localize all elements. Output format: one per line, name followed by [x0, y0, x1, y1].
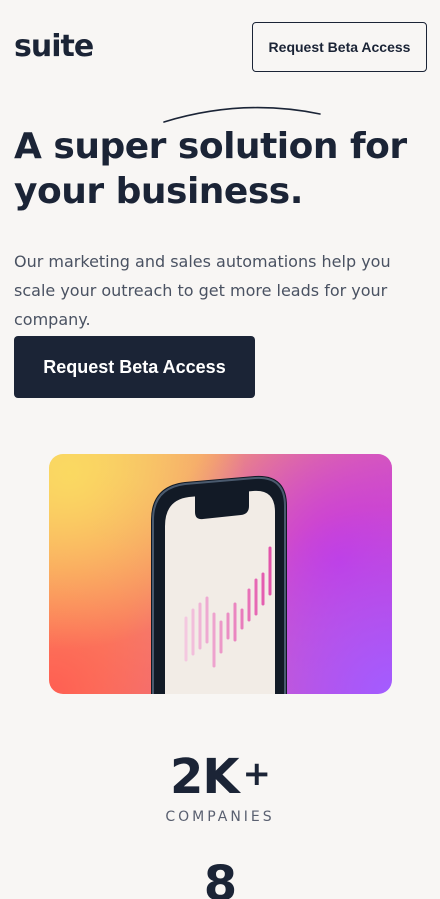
hero-subtext: Our marketing and sales automations help…	[14, 252, 391, 329]
stat-companies-suffix: +	[242, 754, 271, 794]
request-beta-access-button[interactable]: Request Beta Access	[14, 336, 255, 398]
smartphone-chart-icon	[151, 475, 287, 694]
stat-second-value: 8	[0, 856, 440, 899]
headline-underline-swoosh-icon	[163, 106, 321, 123]
hero-headline: A super solution for your business.	[14, 124, 434, 214]
stat-second-number: 8	[203, 856, 237, 899]
headline-bold-1: super solution	[53, 126, 338, 167]
stat-companies-label: COMPANIES	[165, 809, 275, 825]
stat-companies-value: 2K +	[0, 746, 440, 805]
hero-image	[49, 454, 392, 694]
request-beta-access-header-button[interactable]: Request Beta Access	[252, 22, 427, 72]
logo[interactable]: suite	[14, 28, 94, 66]
headline-text-1: A	[14, 126, 54, 167]
stat-companies-number: 2K	[169, 749, 240, 805]
headline-bold-2: business.	[115, 171, 304, 212]
